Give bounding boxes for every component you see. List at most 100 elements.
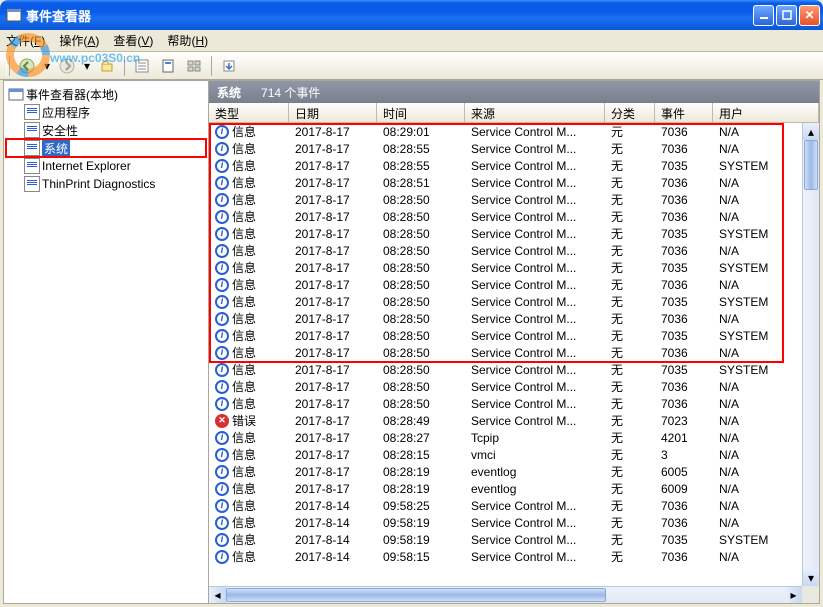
type-text: 信息 <box>232 395 256 412</box>
event-cell: 7036 <box>655 312 713 326</box>
scroll-right-button[interactable]: ▸ <box>785 587 802 603</box>
table-row[interactable]: 信息2017-8-1708:28:50Service Control M...无… <box>209 191 819 208</box>
event-cell: 7036 <box>655 193 713 207</box>
tree-item-2[interactable]: 系统 <box>6 139 206 157</box>
event-cell: 7035 <box>655 329 713 343</box>
horizontal-scroll-thumb[interactable] <box>226 588 606 602</box>
vertical-scrollbar[interactable]: ▴ ▾ <box>802 123 819 586</box>
date-cell: 2017-8-17 <box>289 159 377 173</box>
forward-button[interactable] <box>56 55 78 77</box>
table-row[interactable]: 信息2017-8-1708:28:50Service Control M...无… <box>209 344 819 361</box>
scroll-left-button[interactable]: ◂ <box>209 587 226 603</box>
table-row[interactable]: 信息2017-8-1708:28:50Service Control M...无… <box>209 293 819 310</box>
column-header-row: 类型 日期 时间 来源 分类 事件 用户 <box>209 103 819 123</box>
vertical-scroll-thumb[interactable] <box>804 140 818 190</box>
col-user[interactable]: 用户 <box>713 103 819 122</box>
source-cell: Service Control M... <box>465 125 605 139</box>
table-row[interactable]: 信息2017-8-1409:58:15Service Control M...无… <box>209 548 819 565</box>
scroll-up-button[interactable]: ▴ <box>803 123 819 140</box>
table-row[interactable]: 信息2017-8-1708:28:50Service Control M...无… <box>209 259 819 276</box>
date-cell: 2017-8-17 <box>289 482 377 496</box>
table-row[interactable]: 信息2017-8-1708:28:50Service Control M...无… <box>209 276 819 293</box>
category-cell: 无 <box>605 242 655 259</box>
info-icon <box>215 363 229 377</box>
table-row[interactable]: 信息2017-8-1708:28:50Service Control M...无… <box>209 225 819 242</box>
type-text: 信息 <box>232 293 256 310</box>
table-row[interactable]: 信息2017-8-1409:58:19Service Control M...无… <box>209 531 819 548</box>
info-icon <box>215 329 229 343</box>
tree-item-3[interactable]: Internet Explorer <box>6 157 206 175</box>
col-time[interactable]: 时间 <box>377 103 465 122</box>
table-row[interactable]: 信息2017-8-1708:28:50Service Control M...无… <box>209 395 819 412</box>
table-row[interactable]: 信息2017-8-1708:28:50Service Control M...无… <box>209 361 819 378</box>
date-cell: 2017-8-17 <box>289 261 377 275</box>
table-row[interactable]: 信息2017-8-1708:28:50Service Control M...无… <box>209 378 819 395</box>
table-row[interactable]: 信息2017-8-1708:28:19eventlog无6009N/A <box>209 480 819 497</box>
table-row[interactable]: 信息2017-8-1708:28:51Service Control M...无… <box>209 174 819 191</box>
col-date[interactable]: 日期 <box>289 103 377 122</box>
time-cell: 08:28:19 <box>377 465 465 479</box>
source-cell: Service Control M... <box>465 210 605 224</box>
table-row[interactable]: 信息2017-8-1409:58:19Service Control M...无… <box>209 514 819 531</box>
event-cell: 7036 <box>655 210 713 224</box>
table-row[interactable]: 错误2017-8-1708:28:49Service Control M...无… <box>209 412 819 429</box>
type-text: 信息 <box>232 446 256 463</box>
tree-pane: 事件查看器(本地) 应用程序安全性系统Internet ExplorerThin… <box>4 81 209 603</box>
table-row[interactable]: 信息2017-8-1708:28:50Service Control M...无… <box>209 208 819 225</box>
table-row[interactable]: 信息2017-8-1708:28:19eventlog无6005N/A <box>209 463 819 480</box>
tree-root[interactable]: 事件查看器(本地) <box>6 85 206 103</box>
menu-help[interactable]: 帮助(H) <box>167 32 208 49</box>
menu-view[interactable]: 查看(V) <box>113 32 153 49</box>
back-button[interactable] <box>16 55 38 77</box>
scroll-down-button[interactable]: ▾ <box>803 569 819 586</box>
source-cell: Service Control M... <box>465 550 605 564</box>
category-cell: 无 <box>605 140 655 157</box>
minimize-button[interactable] <box>753 5 774 26</box>
table-row[interactable]: 信息2017-8-1708:28:55Service Control M...无… <box>209 140 819 157</box>
info-icon <box>215 261 229 275</box>
list-button[interactable] <box>183 55 205 77</box>
table-row[interactable]: 信息2017-8-1708:28:50Service Control M...无… <box>209 310 819 327</box>
close-button[interactable]: ✕ <box>799 5 820 26</box>
tree-item-1[interactable]: 安全性 <box>6 121 206 139</box>
table-row[interactable]: 信息2017-8-1708:28:15vmci无3N/A <box>209 446 819 463</box>
type-text: 信息 <box>232 327 256 344</box>
table-row[interactable]: 信息2017-8-1708:28:55Service Control M...无… <box>209 157 819 174</box>
type-text: 信息 <box>232 429 256 446</box>
refresh-button[interactable] <box>157 55 179 77</box>
table-row[interactable]: 信息2017-8-1708:28:50Service Control M...无… <box>209 242 819 259</box>
category-cell: 无 <box>605 361 655 378</box>
export-button[interactable] <box>218 55 240 77</box>
table-row[interactable]: 信息2017-8-1708:28:50Service Control M...无… <box>209 327 819 344</box>
date-cell: 2017-8-14 <box>289 550 377 564</box>
table-row[interactable]: 信息2017-8-1708:28:27Tcpip无4201N/A <box>209 429 819 446</box>
table-row[interactable]: 信息2017-8-1708:29:01Service Control M...元… <box>209 123 819 140</box>
col-source[interactable]: 来源 <box>465 103 605 122</box>
category-cell: 无 <box>605 191 655 208</box>
toolbar: ▾ ▾ <box>0 52 823 80</box>
col-category[interactable]: 分类 <box>605 103 655 122</box>
event-viewer-icon <box>8 86 24 102</box>
category-cell: 无 <box>605 429 655 446</box>
maximize-button[interactable] <box>776 5 797 26</box>
back-dropdown[interactable]: ▾ <box>42 59 52 73</box>
forward-dropdown[interactable]: ▾ <box>82 59 92 73</box>
menu-action[interactable]: 操作(A) <box>59 32 99 49</box>
col-type[interactable]: 类型 <box>209 103 289 122</box>
table-row[interactable]: 信息2017-8-1409:58:25Service Control M...无… <box>209 497 819 514</box>
info-icon <box>215 499 229 513</box>
type-text: 信息 <box>232 259 256 276</box>
source-cell: Service Control M... <box>465 380 605 394</box>
event-cell: 7035 <box>655 261 713 275</box>
properties-button[interactable] <box>131 55 153 77</box>
info-icon <box>215 244 229 258</box>
horizontal-scrollbar[interactable]: ◂ ▸ <box>209 586 802 603</box>
tree-item-4[interactable]: ThinPrint Diagnostics <box>6 175 206 193</box>
date-cell: 2017-8-14 <box>289 516 377 530</box>
source-cell: Service Control M... <box>465 278 605 292</box>
tree-item-0[interactable]: 应用程序 <box>6 103 206 121</box>
menu-file[interactable]: 文件(F) <box>6 32 45 49</box>
up-button[interactable] <box>96 55 118 77</box>
col-event[interactable]: 事件 <box>655 103 713 122</box>
error-icon <box>215 414 229 428</box>
